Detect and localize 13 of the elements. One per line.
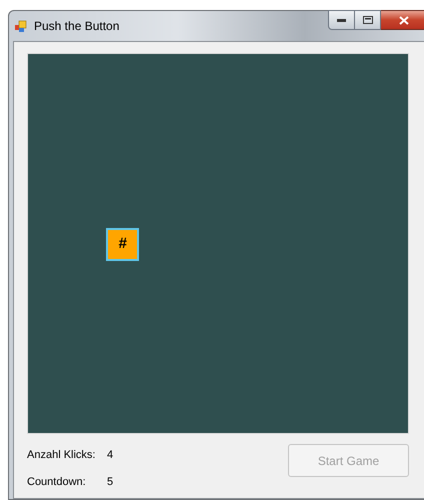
stat-value: 4 — [107, 448, 114, 463]
stat-label: Countdown: — [27, 474, 87, 490]
game-button[interactable]: # — [106, 228, 139, 261]
minimize-icon — [337, 18, 346, 22]
window-title: Push the Button — [34, 18, 120, 35]
minimize-button[interactable] — [328, 10, 355, 30]
maximize-button[interactable] — [355, 10, 381, 30]
close-button[interactable] — [381, 10, 424, 30]
stat-label: Anzahl Klicks: — [27, 448, 96, 463]
close-icon — [398, 16, 408, 24]
stat-value: 5 — [107, 474, 114, 490]
app-icon — [14, 19, 28, 33]
maximize-icon — [362, 16, 372, 24]
